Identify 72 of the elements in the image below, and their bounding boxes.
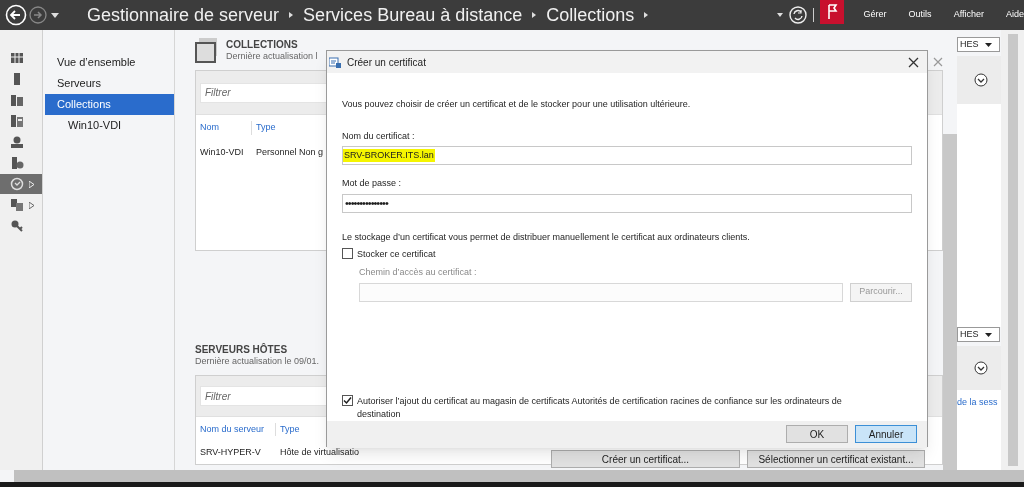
menu-item[interactable]: Aide (1006, 8, 1024, 22)
field-label: Nom du certificat : (342, 129, 416, 143)
column-header[interactable]: Type (276, 422, 306, 437)
key-icon (10, 219, 24, 233)
field-label: Mot de passe : (342, 177, 403, 190)
nav-item[interactable]: Collections (45, 94, 174, 115)
close-icon[interactable] (908, 56, 919, 68)
expand-icon (29, 180, 35, 188)
table-cell: Personnel Non g (256, 146, 324, 160)
breadcrumb-item[interactable]: Collections (546, 1, 635, 29)
dialog-button[interactable]: OK (786, 425, 848, 443)
network-icon (10, 135, 24, 149)
table-cell-text: Hôte de virtualisatio (280, 446, 360, 459)
column-header[interactable]: Nom du serveur (200, 422, 276, 437)
column-header[interactable]: Nom (200, 121, 252, 135)
table-cell-text: Win10-VDI (200, 146, 245, 160)
dialog-title: Créer un certificat (347, 55, 426, 70)
nav-item[interactable]: Vue d’ensemble (45, 52, 174, 73)
checkbox-label: Stocker ce certificat (357, 248, 436, 261)
nav-item[interactable]: Serveurs (45, 73, 174, 94)
certificate-name-field[interactable]: SRV-BROKER.ITS.lan (342, 146, 912, 165)
checkbox[interactable] (342, 394, 353, 406)
nav-icon-item[interactable] (0, 174, 42, 194)
column-header[interactable]: Type (252, 121, 282, 135)
section-title: SERVEURS HÔTES (195, 343, 289, 356)
chevron-icon (644, 12, 649, 18)
checkbox[interactable] (342, 248, 353, 259)
caret-icon (984, 42, 992, 47)
servers-icon (10, 198, 24, 212)
chevron-icon (289, 12, 294, 18)
password-field[interactable]: ••••••••••••••• (342, 193, 912, 213)
table-cell-text: SRV-HYPER-V (200, 446, 262, 459)
last-refresh-text: Dernière actualisation l (226, 51, 318, 62)
collection-icon (195, 38, 218, 63)
dialog-button[interactable]: Annuler (855, 425, 917, 443)
certificate-button[interactable]: Sélectionner un certificat existant... (747, 450, 925, 468)
tasks-dropdown[interactable]: HES (957, 327, 1000, 342)
grid-icon (10, 51, 24, 65)
caret-icon[interactable] (776, 13, 783, 17)
expand-icon[interactable] (974, 361, 988, 375)
circle-icon (10, 177, 24, 191)
menu-item[interactable]: Gérer (863, 8, 887, 22)
section-title: COLLECTIONS (226, 38, 299, 51)
flag-icon[interactable] (819, 0, 844, 24)
storage-icon (10, 156, 24, 170)
scrollbar[interactable] (943, 134, 957, 470)
column-header[interactable]: de la sess (957, 396, 998, 410)
caret-icon[interactable] (51, 12, 59, 18)
expand-icon (29, 201, 35, 209)
nav-item[interactable]: Win10-VDI (45, 115, 174, 136)
servers-icon (10, 114, 24, 128)
tasks-dropdown[interactable]: HES (957, 37, 1000, 52)
checkbox-label: Autoriser l’ajout du certificat au magasin de certificats Autorités de certification racines de confiance sur les ordinateurs de destination (357, 394, 843, 421)
horizontal-scrollbar[interactable] (14, 470, 1024, 482)
servers-icon (10, 93, 24, 107)
certificate-button[interactable]: Créer un certificat... (551, 450, 740, 468)
breadcrumb-item[interactable]: Gestionnaire de serveur (87, 1, 280, 29)
field-label: Chemin d’accès au certificat : (359, 266, 478, 279)
intro-text: Vous pouvez choisir de créer un certificat et de le stocker pour une utilisation ultérieure. (342, 98, 692, 111)
menu-item[interactable]: Afficher (953, 8, 984, 22)
certificate-icon (329, 56, 341, 68)
expand-icon[interactable] (974, 73, 988, 87)
path-field[interactable] (359, 282, 843, 302)
back-icon[interactable] (5, 4, 27, 26)
scrollbar[interactable] (1007, 34, 1018, 466)
menu-item[interactable]: Outils (908, 8, 932, 22)
refresh-icon[interactable] (788, 6, 807, 24)
caret-icon (984, 332, 992, 337)
breadcrumb-item[interactable]: Services Bureau à distance (303, 1, 523, 29)
last-refresh-text: Dernière actualisation le 09/01. (195, 356, 320, 367)
chevron-icon (532, 12, 537, 18)
storage-text: Le stockage d’un certificat vous permet de distribuer manuellement le certificat aux ordinateurs clients. (342, 230, 751, 244)
